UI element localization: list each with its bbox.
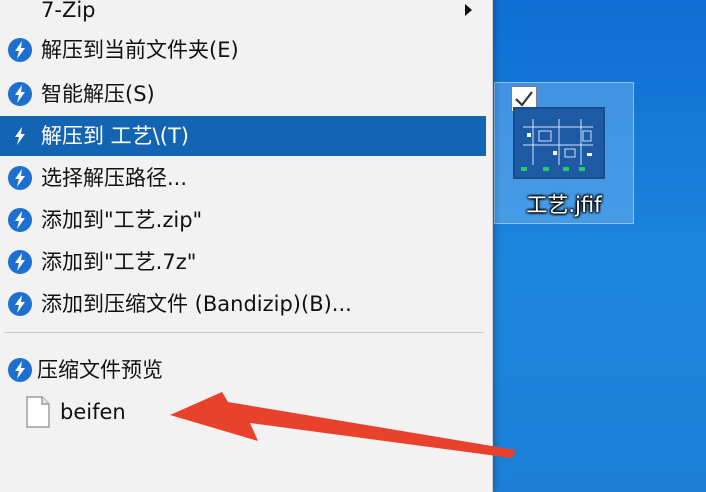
menu-item-label: 7-Zip <box>41 0 96 22</box>
menu-item-label: 添加到"工艺.zip" <box>41 208 203 232</box>
menu-item-extract-here[interactable]: 解压到当前文件夹(E) <box>0 30 486 70</box>
bandizip-icon <box>8 166 32 190</box>
menu-item-add-7z[interactable]: 添加到"工艺.7z" <box>0 242 486 282</box>
bandizip-icon <box>8 250 32 274</box>
menu-item-label: 智能解压(S) <box>41 82 155 106</box>
desktop-file-label: 工艺.jfif <box>526 193 602 217</box>
menu-item-label: 压缩文件预览 <box>37 358 163 382</box>
bandizip-icon <box>8 82 32 106</box>
menu-item-label: 选择解压路径... <box>41 166 188 190</box>
menu-item-7zip[interactable]: 7-Zip <box>0 0 486 30</box>
menu-item-extract-to-folder[interactable]: 解压到 工艺\(T) <box>0 116 486 156</box>
image-thumbnail <box>513 107 605 179</box>
blank-icon <box>7 0 33 23</box>
bandizip-icon <box>8 208 32 232</box>
menu-item-archive-preview[interactable]: 压缩文件预览 <box>0 350 486 390</box>
menu-separator <box>4 332 484 333</box>
preview-file-item[interactable]: beifen <box>26 392 126 432</box>
bandizip-icon <box>8 292 32 316</box>
bandizip-icon <box>8 38 32 62</box>
preview-file-name: beifen <box>60 400 126 424</box>
menu-item-label: 解压到 工艺\(T) <box>41 124 189 148</box>
bandizip-icon <box>15 127 25 145</box>
context-menu: 7-Zip 解压到当前文件夹(E) 智能解压(S) 解压到 工艺\(T) 选择解… <box>0 0 493 492</box>
desktop-file-icon[interactable]: 工艺.jfif <box>494 82 634 224</box>
menu-item-add-zip[interactable]: 添加到"工艺.zip" <box>0 200 486 240</box>
bandizip-icon <box>8 358 32 382</box>
file-icon <box>26 396 50 428</box>
menu-item-add-archive[interactable]: 添加到压缩文件 (Bandizip)(B)... <box>0 284 486 324</box>
screen: 工艺.jfif 7-Zip 解压到当前文件夹(E) 智能解压(S) 解压到 工艺… <box>0 0 706 492</box>
submenu-arrow-icon <box>465 4 472 16</box>
menu-item-label: 添加到压缩文件 (Bandizip)(B)... <box>41 292 352 316</box>
menu-item-choose-path[interactable]: 选择解压路径... <box>0 158 486 198</box>
menu-item-label: 解压到当前文件夹(E) <box>41 38 239 62</box>
menu-item-smart-extract[interactable]: 智能解压(S) <box>0 74 486 114</box>
menu-item-label: 添加到"工艺.7z" <box>41 250 197 274</box>
